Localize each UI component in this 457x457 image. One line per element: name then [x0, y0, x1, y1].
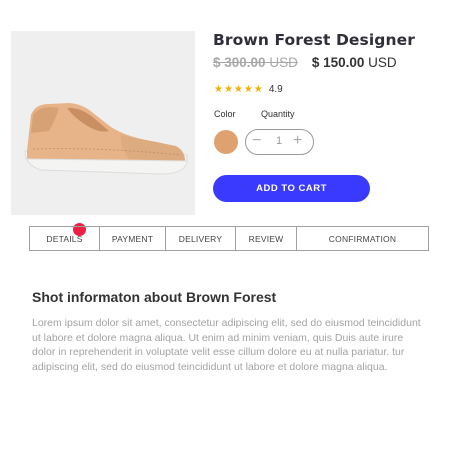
info-title: Shot informaton about Brown Forest: [32, 289, 277, 305]
tab-review[interactable]: REVIEW: [236, 227, 297, 250]
star-rating-icon: ★★★★★: [214, 84, 264, 95]
add-to-cart-button[interactable]: ADD TO CART: [213, 175, 370, 202]
old-price-amount: $ 300.00: [213, 55, 266, 70]
tab-payment[interactable]: PAYMENT: [100, 227, 166, 250]
tab-delivery[interactable]: DELIVERY: [166, 227, 236, 250]
price-row: $ 300.00 USD $ 150.00 USD: [213, 55, 397, 70]
quantity-label: Quantity: [261, 109, 295, 119]
new-price: $ 150.00 USD: [312, 55, 397, 70]
quantity-stepper[interactable]: − 1 +: [245, 129, 314, 155]
color-swatch[interactable]: [214, 130, 238, 154]
info-description: Lorem ipsum dolor sit amet, consectetur …: [32, 317, 421, 373]
tab-bar: DETAILS PAYMENT DELIVERY REVIEW CONFIRMA…: [29, 226, 429, 251]
old-price: $ 300.00 USD: [213, 55, 298, 70]
new-price-amount: $ 150.00: [311, 55, 365, 70]
new-price-currency: USD: [368, 55, 397, 70]
sneaker-image: [24, 103, 188, 175]
product-image: [11, 31, 195, 236]
color-label: Color: [214, 109, 236, 119]
minus-icon[interactable]: −: [252, 132, 261, 150]
product-title: Brown Forest Designer: [213, 31, 415, 49]
old-price-currency: USD: [269, 55, 298, 70]
plus-icon[interactable]: +: [293, 132, 302, 150]
rating: ★★★★★ 4.9: [214, 79, 283, 97]
tab-confirmation[interactable]: CONFIRMATION: [297, 227, 428, 250]
tab-details[interactable]: DETAILS: [30, 227, 100, 250]
quantity-value[interactable]: 1: [276, 135, 282, 147]
rating-value: 4.9: [268, 84, 283, 95]
